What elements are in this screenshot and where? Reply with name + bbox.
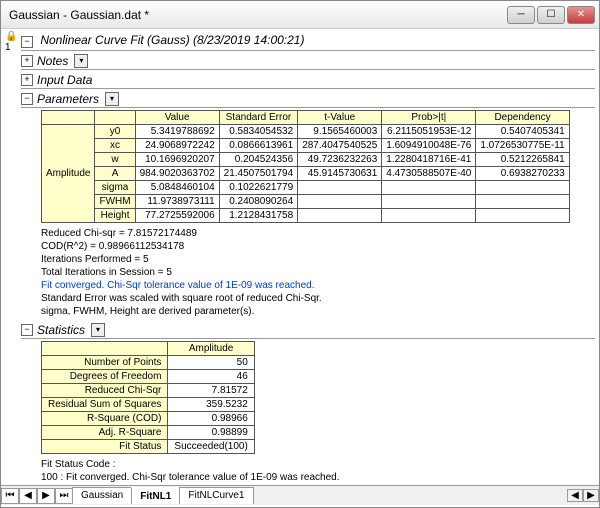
sheet-tab[interactable]: Gaussian <box>72 487 132 504</box>
table-cell: 0.1022621779 <box>219 180 298 194</box>
table-cell: sigma <box>95 180 135 194</box>
table-cell: xc <box>95 138 135 152</box>
stat-label: Adj. R-Square <box>42 425 168 439</box>
table-cell: 0.5407405341 <box>476 124 569 138</box>
dropdown-icon[interactable]: ▾ <box>74 54 88 68</box>
table-cell: 77.2725592006 <box>135 208 219 222</box>
stat-value: 7.81572 <box>168 383 254 397</box>
table-cell <box>298 180 382 194</box>
table-cell: FWHM <box>95 194 135 208</box>
table-cell: 5.3419788692 <box>135 124 219 138</box>
stats-notes: Fit Status Code : 100 : Fit converged. C… <box>21 456 595 486</box>
table-cell <box>476 194 569 208</box>
tab-next-button[interactable]: ▶ <box>37 488 55 504</box>
stat-label: Fit Status <box>42 439 168 453</box>
table-cell <box>382 194 476 208</box>
sheet-tabs: ⏮ ◀ ▶ ⏭ GaussianFitNL1FitNLCurve1 ◀ ▶ <box>1 485 599 505</box>
table-cell <box>298 208 382 222</box>
table-cell: 24.9068972242 <box>135 138 219 152</box>
table-cell: 49.7236232263 <box>298 152 382 166</box>
table-cell: 0.6938270233 <box>476 166 569 180</box>
tab-first-button[interactable]: ⏮ <box>1 488 19 504</box>
table-cell: 11.9738973111 <box>135 194 219 208</box>
close-button[interactable]: ✕ <box>567 6 595 24</box>
table-cell: 984.9020363702 <box>135 166 219 180</box>
sheet-tab[interactable]: FitNL1 <box>131 487 180 504</box>
table-cell: 1.2280418716E-41 <box>382 152 476 166</box>
expand-toggle[interactable]: + <box>21 55 33 67</box>
parameters-table: Value Standard Error t-Value Prob>|t| De… <box>41 110 570 223</box>
stat-value: 359.5232 <box>168 397 254 411</box>
tab-prev-button[interactable]: ◀ <box>19 488 37 504</box>
collapse-toggle[interactable]: − <box>21 36 33 48</box>
scroll-left-button[interactable]: ◀ <box>567 489 583 502</box>
dropdown-icon[interactable]: ▾ <box>91 323 105 337</box>
table-cell: A <box>95 166 135 180</box>
table-cell: 10.1696920207 <box>135 152 219 166</box>
table-cell: Height <box>95 208 135 222</box>
table-cell: 0.5212265841 <box>476 152 569 166</box>
collapse-toggle[interactable]: − <box>21 93 33 105</box>
table-cell: 287.4047540525 <box>298 138 382 152</box>
table-cell: 6.2115051953E-12 <box>382 124 476 138</box>
table-cell: 0.0866613961 <box>219 138 298 152</box>
table-cell: 5.0848460104 <box>135 180 219 194</box>
table-cell: 45.9145730631 <box>298 166 382 180</box>
stat-value: 0.98966 <box>168 411 254 425</box>
table-cell: 0.5834054532 <box>219 124 298 138</box>
table-cell <box>382 208 476 222</box>
table-cell <box>476 208 569 222</box>
fit-notes: Reduced Chi-sqr = 7.81572174489 COD(R^2)… <box>21 225 595 320</box>
statistics-table: Amplitude Number of Points50Degrees of F… <box>41 341 255 454</box>
sheet-tab[interactable]: FitNLCurve1 <box>179 487 253 504</box>
content-area: 🔒1 − Nonlinear Curve Fit (Gauss) (8/23/2… <box>1 29 599 485</box>
tab-last-button[interactable]: ⏭ <box>55 488 73 504</box>
table-cell: 21.4507501794 <box>219 166 298 180</box>
table-cell: 1.6094910048E-76 <box>382 138 476 152</box>
expand-toggle[interactable]: + <box>21 74 33 86</box>
stat-label: Residual Sum of Squares <box>42 397 168 411</box>
scroll-right-button[interactable]: ▶ <box>583 489 599 502</box>
table-cell: 0.204524356 <box>219 152 298 166</box>
minimize-button[interactable]: ─ <box>507 6 535 24</box>
table-cell: y0 <box>95 124 135 138</box>
table-cell: 0.2408090264 <box>219 194 298 208</box>
lock-icon: 🔒1 <box>5 31 21 485</box>
amplitude-label: Amplitude <box>42 124 95 222</box>
table-cell: w <box>95 152 135 166</box>
table-cell: 9.1565460003 <box>298 124 382 138</box>
maximize-button[interactable]: ☐ <box>537 6 565 24</box>
stat-label: Degrees of Freedom <box>42 369 168 383</box>
tab-nav: ⏮ ◀ ▶ ⏭ <box>1 488 73 504</box>
notes-section: + Notes ▾ <box>21 53 595 70</box>
window-buttons: ─ ☐ ✕ <box>507 6 595 24</box>
parameters-section: − Parameters ▾ <box>21 91 595 108</box>
table-cell: 1.0726530775E-11 <box>476 138 569 152</box>
dropdown-icon[interactable]: ▾ <box>105 92 119 106</box>
window-title: Gaussian - Gaussian.dat * <box>5 8 507 22</box>
stat-value: 50 <box>168 355 254 369</box>
collapse-toggle[interactable]: − <box>21 324 33 336</box>
table-cell: 1.2128431758 <box>219 208 298 222</box>
table-cell <box>382 180 476 194</box>
input-data-section: + Input Data <box>21 72 595 89</box>
stat-label: Number of Points <box>42 355 168 369</box>
fit-header: − Nonlinear Curve Fit (Gauss) (8/23/2019… <box>21 31 595 51</box>
table-cell: 4.4730588507E-40 <box>382 166 476 180</box>
table-cell <box>476 180 569 194</box>
stat-label: R-Square (COD) <box>42 411 168 425</box>
table-cell <box>298 194 382 208</box>
stat-label: Reduced Chi-Sqr <box>42 383 168 397</box>
stat-value: 46 <box>168 369 254 383</box>
titlebar: Gaussian - Gaussian.dat * ─ ☐ ✕ <box>1 1 599 29</box>
stat-value: 0.98899 <box>168 425 254 439</box>
stat-value: Succeeded(100) <box>168 439 254 453</box>
statistics-section: − Statistics ▾ <box>21 322 595 339</box>
